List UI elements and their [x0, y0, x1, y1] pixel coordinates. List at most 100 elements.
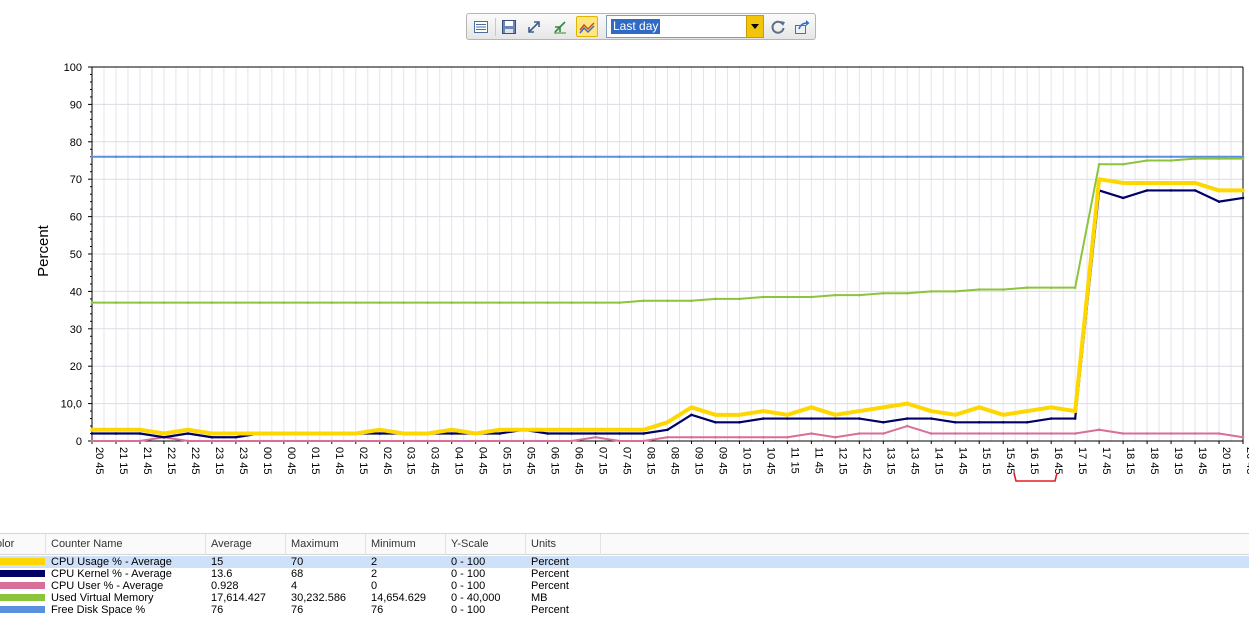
- series-point: [306, 439, 310, 443]
- x-tick-label: 11 45: [812, 447, 824, 474]
- expand-icon: [528, 20, 540, 33]
- series-point: [402, 301, 406, 304]
- series-point: [666, 435, 669, 439]
- save-button[interactable]: [498, 16, 520, 37]
- series-point: [1001, 155, 1005, 159]
- series-point: [905, 155, 909, 159]
- counter-list-button[interactable]: [470, 16, 492, 37]
- series-point: [234, 435, 238, 439]
- column-divider: [600, 534, 601, 555]
- legend-row[interactable]: CPU Usage % - Average 15 70 2 0 - 100 Percent: [0, 556, 1249, 568]
- series-point: [738, 421, 741, 424]
- header-units[interactable]: Units: [531, 538, 556, 550]
- x-tick-label: 04 45: [477, 447, 489, 475]
- series-point: [882, 432, 885, 435]
- series-point: [905, 291, 909, 295]
- series-point: [666, 299, 669, 303]
- series-point: [1097, 162, 1101, 166]
- series-point: [1121, 155, 1125, 159]
- y-tick-label: 70: [70, 174, 82, 186]
- header-average[interactable]: Average: [211, 538, 252, 550]
- series-point: [378, 432, 382, 435]
- header-minimum[interactable]: Minimum: [371, 538, 416, 550]
- column-divider: [285, 534, 286, 555]
- series-point: [1025, 155, 1029, 159]
- dropdown-arrow[interactable]: [746, 16, 763, 37]
- series-point: [546, 432, 549, 435]
- series-point: [737, 413, 742, 417]
- zoom-out-button[interactable]: [549, 16, 571, 37]
- y-tick-label: 30: [70, 324, 82, 336]
- series-point: [1097, 155, 1101, 159]
- header-maximum[interactable]: Maximum: [291, 538, 339, 550]
- series-point: [929, 290, 933, 293]
- legend-color-swatch: [0, 594, 45, 601]
- series-point: [666, 155, 669, 159]
- legend-cell-yscale: 0 - 100: [451, 604, 486, 616]
- x-tick-label: 17 15: [1076, 447, 1088, 475]
- header-color[interactable]: Color: [0, 538, 14, 550]
- series-point: [114, 301, 118, 304]
- header-yscale[interactable]: Y-Scale: [451, 538, 489, 550]
- legend-cell-name: CPU Usage % - Average: [51, 556, 172, 568]
- series-point: [642, 299, 645, 303]
- series-point: [1049, 417, 1053, 420]
- series-point: [857, 409, 862, 413]
- series-point: [354, 301, 358, 304]
- header-counter-name[interactable]: Counter Name: [51, 538, 123, 550]
- series-point: [690, 413, 693, 417]
- chart-view-button[interactable]: [576, 16, 598, 37]
- time-range-select[interactable]: Last day: [606, 15, 764, 38]
- refresh-button[interactable]: [767, 16, 789, 37]
- series-point: [162, 301, 166, 304]
- export-icon: [795, 19, 810, 34]
- series-point: [138, 432, 142, 435]
- legend-row[interactable]: Free Disk Space % 76 76 76 0 - 100 Percent: [0, 604, 1249, 616]
- series-point: [1217, 188, 1221, 193]
- x-tick-label: 13 45: [908, 447, 920, 475]
- export-button[interactable]: [791, 16, 813, 37]
- series-point: [858, 432, 861, 435]
- series-point: [858, 417, 861, 420]
- series-point: [378, 155, 382, 159]
- legend-row[interactable]: CPU User % - Average 0.928 4 0 0 - 100 Percen…: [0, 580, 1249, 592]
- series-point: [1001, 413, 1006, 417]
- series-point: [594, 435, 597, 439]
- series-point: [234, 439, 238, 443]
- series-point: [90, 432, 94, 435]
- x-tick-label: 03 45: [429, 447, 441, 475]
- series-point: [953, 413, 958, 417]
- series-point: [234, 155, 238, 159]
- series-point: [1025, 432, 1029, 435]
- x-tick-label: 08 45: [669, 447, 681, 475]
- series-point: [762, 417, 765, 420]
- x-tick-label: 03 15: [405, 447, 417, 475]
- x-tick-label: 11 15: [788, 447, 800, 474]
- column-divider: [205, 534, 206, 555]
- legend-row[interactable]: Used Virtual Memory 17,614.427 30,232.586 1…: [0, 592, 1249, 604]
- x-tick-label: 14 15: [932, 447, 944, 475]
- y-tick-label: 10,0: [61, 399, 82, 411]
- zoom-in-button[interactable]: [523, 16, 545, 37]
- x-tick-label: 01 15: [309, 447, 321, 475]
- series-point: [929, 155, 933, 159]
- legend-row[interactable]: CPU Kernel % - Average 13.6 68 2 0 - 100 Perc…: [0, 568, 1249, 580]
- x-tick-label: 08 15: [645, 447, 657, 475]
- legend-cell-maximum: 70: [291, 556, 304, 568]
- legend-cell-yscale: 0 - 100: [451, 568, 486, 580]
- performance-chart[interactable]: 0 10,0 20 30 40 50 60 70 80 90 100 20 45 21 15 21 45…: [0, 50, 1249, 495]
- x-tick-label: 06 45: [573, 447, 585, 475]
- series-point: [306, 431, 310, 436]
- series-point: [1241, 157, 1245, 160]
- legend-cell-minimum: 2: [371, 568, 378, 580]
- series-point: [282, 301, 286, 304]
- series-point: [618, 439, 621, 443]
- series-point: [833, 413, 838, 417]
- series-point: [689, 405, 694, 410]
- legend-color-swatch: [0, 558, 45, 565]
- series-point: [786, 295, 789, 299]
- series-point: [474, 439, 477, 443]
- legend-cell-units: Percent: [531, 580, 569, 592]
- x-tick-label: 21 45: [141, 447, 153, 475]
- series-point: [234, 301, 238, 304]
